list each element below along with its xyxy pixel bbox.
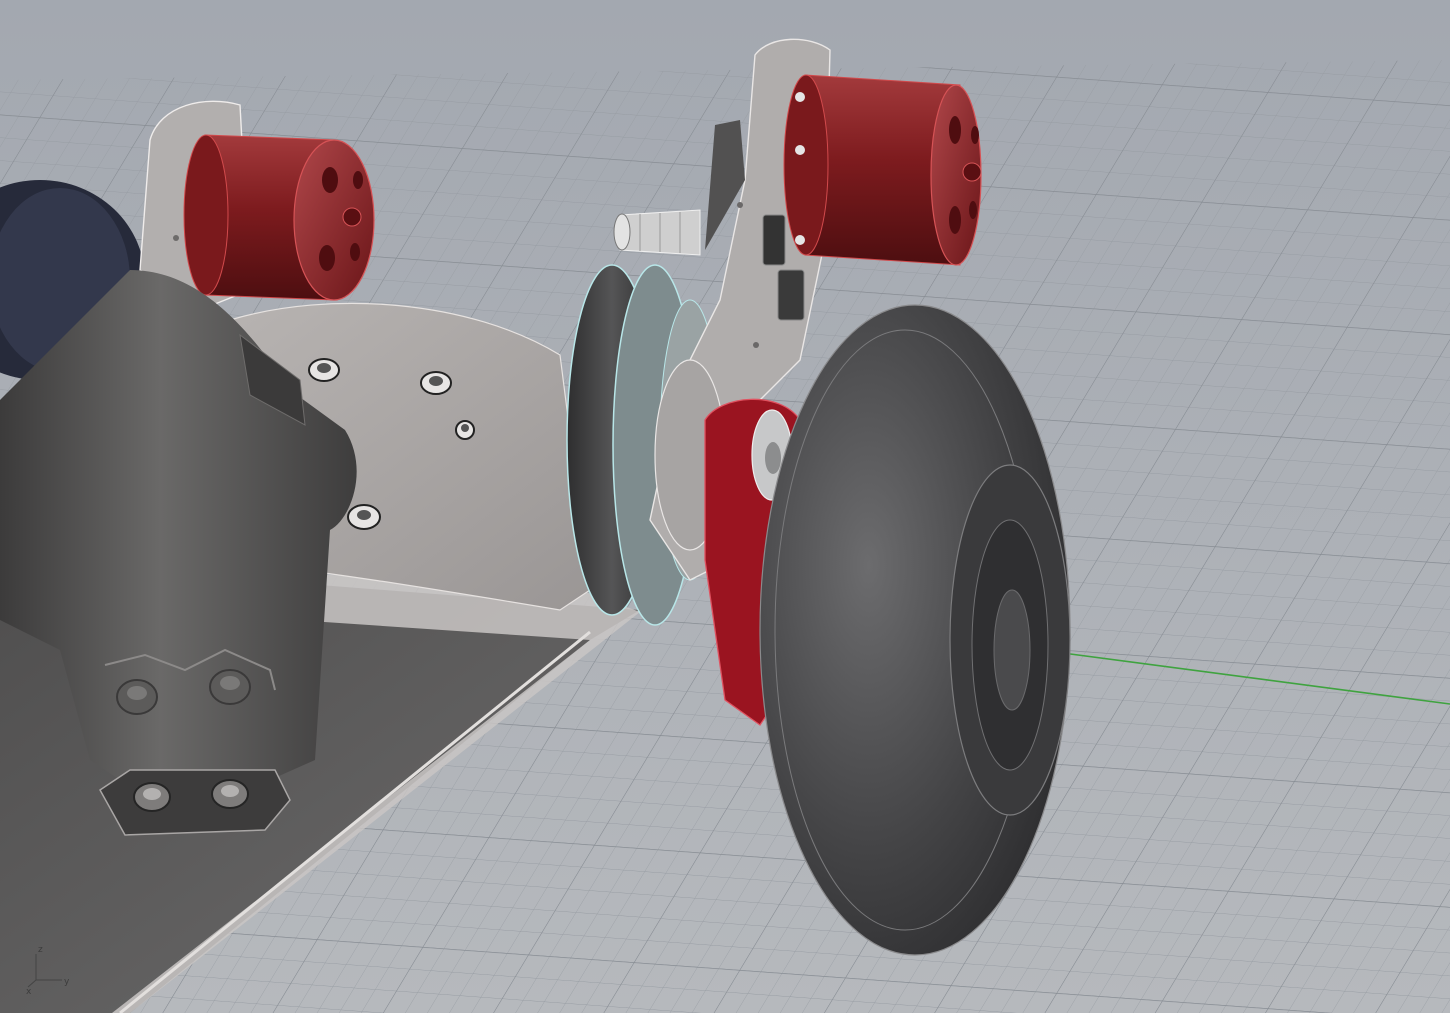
truck-bolt [116,679,158,715]
front-wheel [759,304,1071,956]
baseplate-bolt [133,782,171,812]
mount-bolt [308,358,340,382]
truck-baseplate [99,769,291,836]
axle-spacer [613,209,701,256]
viewport-scene[interactable]: z y x [0,0,1450,1013]
truck-bolt [209,669,251,705]
axis-label-z: z [38,945,43,955]
mount-bolt [347,504,381,530]
front-motor [783,74,982,266]
axis-label-y: y [64,977,70,987]
axis-label-x: x [26,987,32,997]
baseplate-bolt [211,779,249,809]
mount-bolt [420,371,452,395]
mount-bolt [455,420,475,440]
rhino-viewport[interactable]: z y x [0,0,1450,1013]
rear-motor [183,134,375,301]
